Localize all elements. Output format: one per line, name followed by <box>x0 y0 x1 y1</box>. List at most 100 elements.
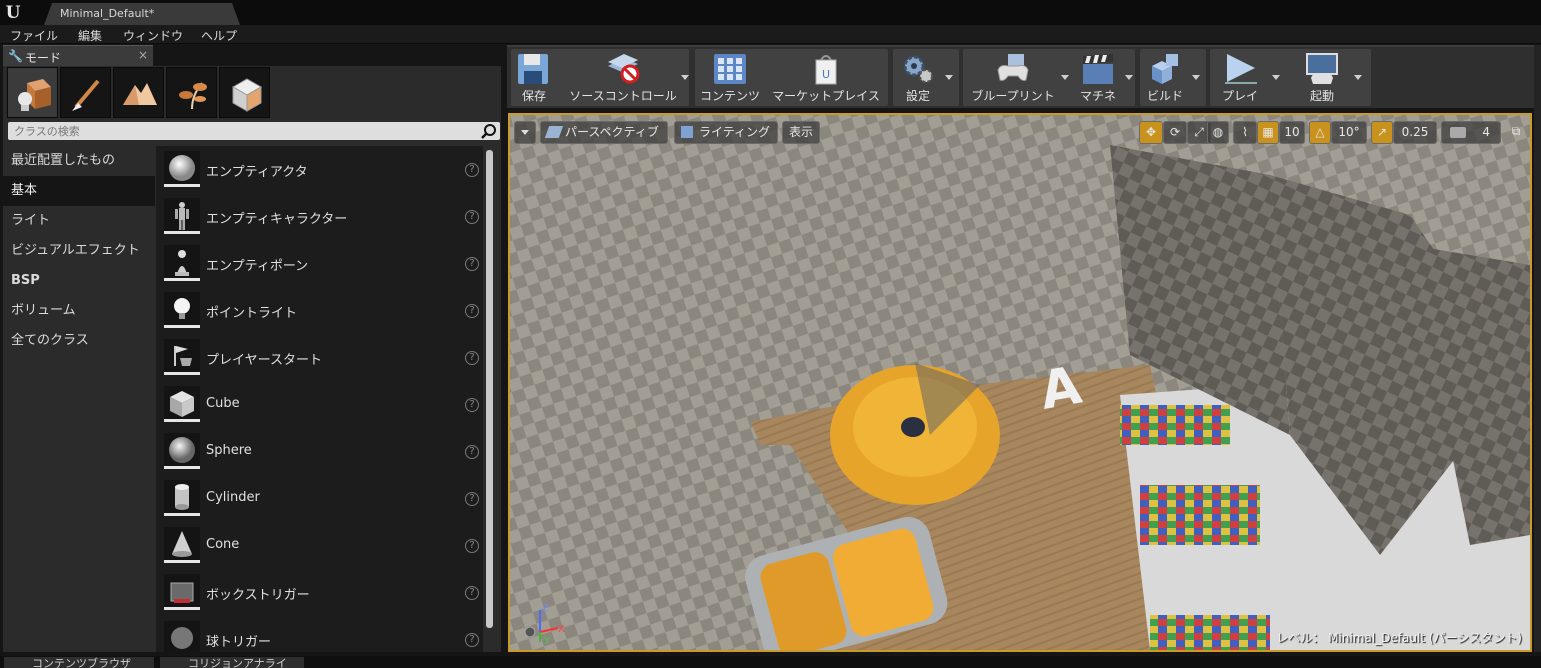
maximize-icon[interactable]: ⧉ <box>1508 121 1524 144</box>
list-item[interactable]: エンプティキャラクター ? <box>156 193 483 240</box>
chevron-down-icon[interactable] <box>1272 75 1280 80</box>
menu-bar: ファイル 編集 ウィンドウ ヘルプ <box>0 25 1541 44</box>
list-item[interactable]: Cone ? <box>156 522 483 569</box>
category-visual-effects[interactable]: ビジュアルエフェクト <box>3 236 155 266</box>
help-icon[interactable]: ? <box>465 163 479 177</box>
sphere-trigger-icon <box>164 621 200 652</box>
category-volumes[interactable]: ボリューム <box>3 296 155 326</box>
item-label: ボックストリガー <box>206 588 310 603</box>
lighting-button[interactable]: ライティング <box>674 121 778 144</box>
place-mode-button[interactable] <box>7 67 58 118</box>
items-scrollbar[interactable] <box>486 150 493 628</box>
axis-z-label: Z <box>542 603 549 614</box>
perspective-icon <box>544 126 564 138</box>
viewport-scene[interactable]: A <box>510 115 1530 650</box>
list-item[interactable]: ポイントライト ? <box>156 287 483 334</box>
level-viewport[interactable]: A パースペクティブ ライティング 表示 ✥ ⟳ ⤢ ◍ ⌇ ▦ 10 △ 10… <box>508 113 1532 652</box>
list-item[interactable]: エンプティポーン ? <box>156 240 483 287</box>
toolbar-group-settings: 設定 <box>893 49 959 106</box>
paint-mode-button[interactable] <box>60 67 111 118</box>
toolbar-group-play: プレイ 起動 <box>1210 49 1371 106</box>
rotate-tool-icon[interactable]: ⟳ <box>1163 121 1187 144</box>
modes-panel-tab[interactable]: 🔧 モード × <box>3 45 153 66</box>
marketplace-button[interactable]: U マーケットプレイス <box>767 49 885 106</box>
help-icon[interactable]: ? <box>465 445 479 459</box>
close-icon[interactable]: × <box>138 48 148 62</box>
list-item[interactable]: プレイヤースタート ? <box>156 334 483 381</box>
category-recent[interactable]: 最近配置したもの <box>3 146 155 176</box>
geometry-edit-icon <box>231 78 263 112</box>
play-button[interactable]: プレイ <box>1212 49 1280 106</box>
show-button[interactable]: 表示 <box>782 121 820 144</box>
menu-window[interactable]: ウィンドウ <box>123 27 183 44</box>
chevron-down-icon[interactable] <box>945 75 953 80</box>
menu-help[interactable]: ヘルプ <box>201 27 237 44</box>
category-basic[interactable]: 基本 <box>3 176 155 206</box>
placeable-items-list: エンプティアクタ ? エンプティキャラクター ? エンプティポーン ? ポイント… <box>156 146 483 652</box>
landscape-mode-button[interactable] <box>113 67 164 118</box>
scale-snap-value[interactable]: 0.25 <box>1393 121 1437 144</box>
grid-snap-icon[interactable]: ▦ <box>1257 121 1279 144</box>
translate-tool-icon[interactable]: ✥ <box>1139 121 1163 144</box>
source-control-button[interactable]: ソースコントロール <box>563 49 689 106</box>
perspective-button[interactable]: パースペクティブ <box>540 121 668 144</box>
list-item[interactable]: Cylinder ? <box>156 475 483 522</box>
help-icon[interactable]: ? <box>465 257 479 271</box>
settings-button[interactable]: 設定 <box>895 49 953 106</box>
geometry-mode-button[interactable] <box>219 67 270 118</box>
scale-snap-icon[interactable]: ↗ <box>1371 121 1393 144</box>
toolbar-group-build: ビルド <box>1140 49 1206 106</box>
search-placeholder: クラスの検索 <box>14 125 80 138</box>
world-local-icon[interactable]: ◍ <box>1207 121 1229 144</box>
list-item[interactable]: Sphere ? <box>156 428 483 475</box>
blueprints-button[interactable]: ブループリント <box>963 49 1069 106</box>
help-icon[interactable]: ? <box>465 398 479 412</box>
list-item[interactable]: Cube ? <box>156 381 483 428</box>
cone-icon <box>164 527 200 563</box>
chevron-down-icon[interactable] <box>1061 75 1069 80</box>
sphere-icon <box>164 433 200 469</box>
chevron-down-icon[interactable] <box>1125 75 1133 80</box>
list-item[interactable]: 球トリガー ? <box>156 616 483 652</box>
menu-file[interactable]: ファイル <box>10 27 58 44</box>
launch-button[interactable]: 起動 <box>1294 49 1362 106</box>
chevron-down-icon[interactable] <box>681 75 689 80</box>
tab-content-browser[interactable]: コンテンツブラウザ <box>4 657 154 668</box>
help-icon[interactable]: ? <box>465 304 479 318</box>
list-item[interactable]: エンプティアクタ ? <box>156 146 483 193</box>
category-all-classes[interactable]: 全てのクラス <box>3 326 155 356</box>
help-icon[interactable]: ? <box>465 492 479 506</box>
toolbar-group-content: コンテンツ U マーケットプレイス <box>695 49 888 106</box>
chevron-down-icon[interactable] <box>1192 75 1200 80</box>
camera-speed-value: 4 <box>1482 125 1490 139</box>
rotation-snap-value[interactable]: 10° <box>1331 121 1367 144</box>
help-icon[interactable]: ? <box>465 586 479 600</box>
content-grid-icon <box>714 54 746 84</box>
class-search-input[interactable]: クラスの検索 <box>8 122 500 140</box>
toolbar-group-blueprints: ブループリント マチネ <box>963 49 1135 106</box>
category-bsp[interactable]: BSP <box>3 266 155 296</box>
rotation-snap-icon[interactable]: △ <box>1309 121 1331 144</box>
item-label: 球トリガー <box>206 635 272 650</box>
menu-edit[interactable]: 編集 <box>78 27 102 44</box>
chevron-down-icon[interactable] <box>1354 75 1362 80</box>
help-icon[interactable]: ? <box>465 210 479 224</box>
list-item[interactable]: ボックストリガー ? <box>156 569 483 616</box>
viewport-options-button[interactable] <box>514 121 536 144</box>
grid-snap-value[interactable]: 10 <box>1279 121 1305 144</box>
save-button[interactable]: 保存 <box>511 49 557 106</box>
unreal-logo-icon[interactable]: U <box>3 3 23 23</box>
foliage-mode-button[interactable] <box>166 67 217 118</box>
surface-snap-icon[interactable]: ⌇ <box>1233 121 1257 144</box>
matinee-button[interactable]: マチネ <box>1075 49 1133 106</box>
build-button[interactable]: ビルド <box>1142 49 1200 106</box>
help-icon[interactable]: ? <box>465 539 479 553</box>
camera-speed-button[interactable]: 4 <box>1441 121 1501 144</box>
search-icon[interactable] <box>481 123 497 139</box>
help-icon[interactable]: ? <box>465 633 479 647</box>
category-lights[interactable]: ライト <box>3 206 155 236</box>
tab-collision-analyzer[interactable]: コリジョンアナライ <box>160 657 304 668</box>
help-icon[interactable]: ? <box>465 351 479 365</box>
document-tab[interactable]: Minimal_Default* <box>44 3 240 25</box>
content-button[interactable]: コンテンツ <box>695 49 765 106</box>
